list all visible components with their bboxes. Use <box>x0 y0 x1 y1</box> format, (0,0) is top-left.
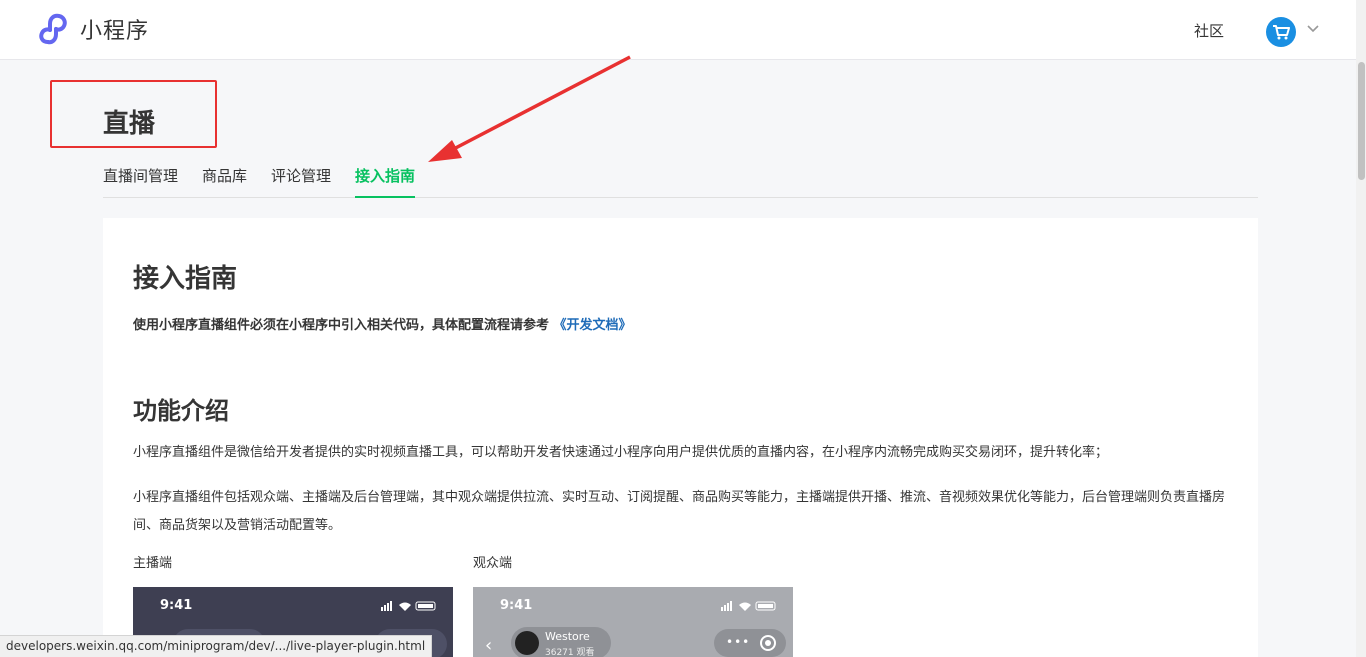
brand-name: 小程序 <box>80 19 150 44</box>
page-scrollbar-thumb[interactable] <box>1358 62 1365 180</box>
shopping-cart-icon <box>1273 25 1290 40</box>
intro-text: 使用小程序直播组件必须在小程序中引入相关代码，具体配置流程请参考 《开发文档》 <box>133 314 632 333</box>
section-heading: 功能介绍 <box>133 397 229 425</box>
viewer-phone-time: 9:41 <box>500 598 533 613</box>
close-ring-icon <box>760 635 776 651</box>
store-name: Westore <box>545 630 590 643</box>
top-navbar: 小程序 社区 <box>0 0 1366 60</box>
caption-host: 主播端 <box>133 556 173 571</box>
intro-text-body: 使用小程序直播组件必须在小程序中引入相关代码，具体配置流程请参考 <box>133 318 550 333</box>
viewer-count: 36271 观看 <box>545 648 595 657</box>
back-chevron-icon: ‹ <box>485 635 493 656</box>
phone-status-icons <box>721 601 776 611</box>
guide-heading: 接入指南 <box>133 264 238 294</box>
caption-viewer: 观众端 <box>473 556 513 571</box>
tab-product-library[interactable]: 商品库 <box>202 164 247 198</box>
viewer-phone-preview: 9:41 ‹ Westore 36271 观看 ••• <box>473 587 793 657</box>
dev-docs-link[interactable]: 《开发文档》 <box>554 318 632 333</box>
more-dots-icon: ••• <box>726 635 751 649</box>
content-card: 接入指南 使用小程序直播组件必须在小程序中引入相关代码，具体配置流程请参考 《开… <box>103 218 1258 657</box>
feature-paragraph-1: 小程序直播组件是微信给开发者提供的实时视频直播工具，可以帮助开发者快速通过小程序… <box>133 445 1109 460</box>
tab-bar: 直播间管理 商品库 评论管理 接入指南 <box>103 164 1258 198</box>
user-avatar[interactable] <box>1266 17 1296 47</box>
viewer-store-pill: Westore 36271 观看 <box>511 627 611 657</box>
store-avatar <box>515 631 539 655</box>
phone-status-icons <box>381 601 436 611</box>
annotation-highlight-box <box>50 80 217 148</box>
tab-access-guide[interactable]: 接入指南 <box>355 164 416 198</box>
tab-comment-management[interactable]: 评论管理 <box>271 164 331 198</box>
host-phone-time: 9:41 <box>160 598 193 613</box>
community-link[interactable]: 社区 <box>1194 20 1224 41</box>
brand[interactable]: 小程序 <box>38 12 149 46</box>
viewer-control-pill: ••• <box>714 629 786 657</box>
miniprogram-logo-icon <box>39 13 67 45</box>
browser-status-url: developers.weixin.qq.com/miniprogram/dev… <box>0 635 433 657</box>
tab-live-room-management[interactable]: 直播间管理 <box>103 164 178 198</box>
feature-paragraph-2: 小程序直播组件包括观众端、主播端及后台管理端，其中观众端提供拉流、实时互动、订阅… <box>133 490 1226 533</box>
chevron-down-icon[interactable] <box>1306 22 1320 36</box>
